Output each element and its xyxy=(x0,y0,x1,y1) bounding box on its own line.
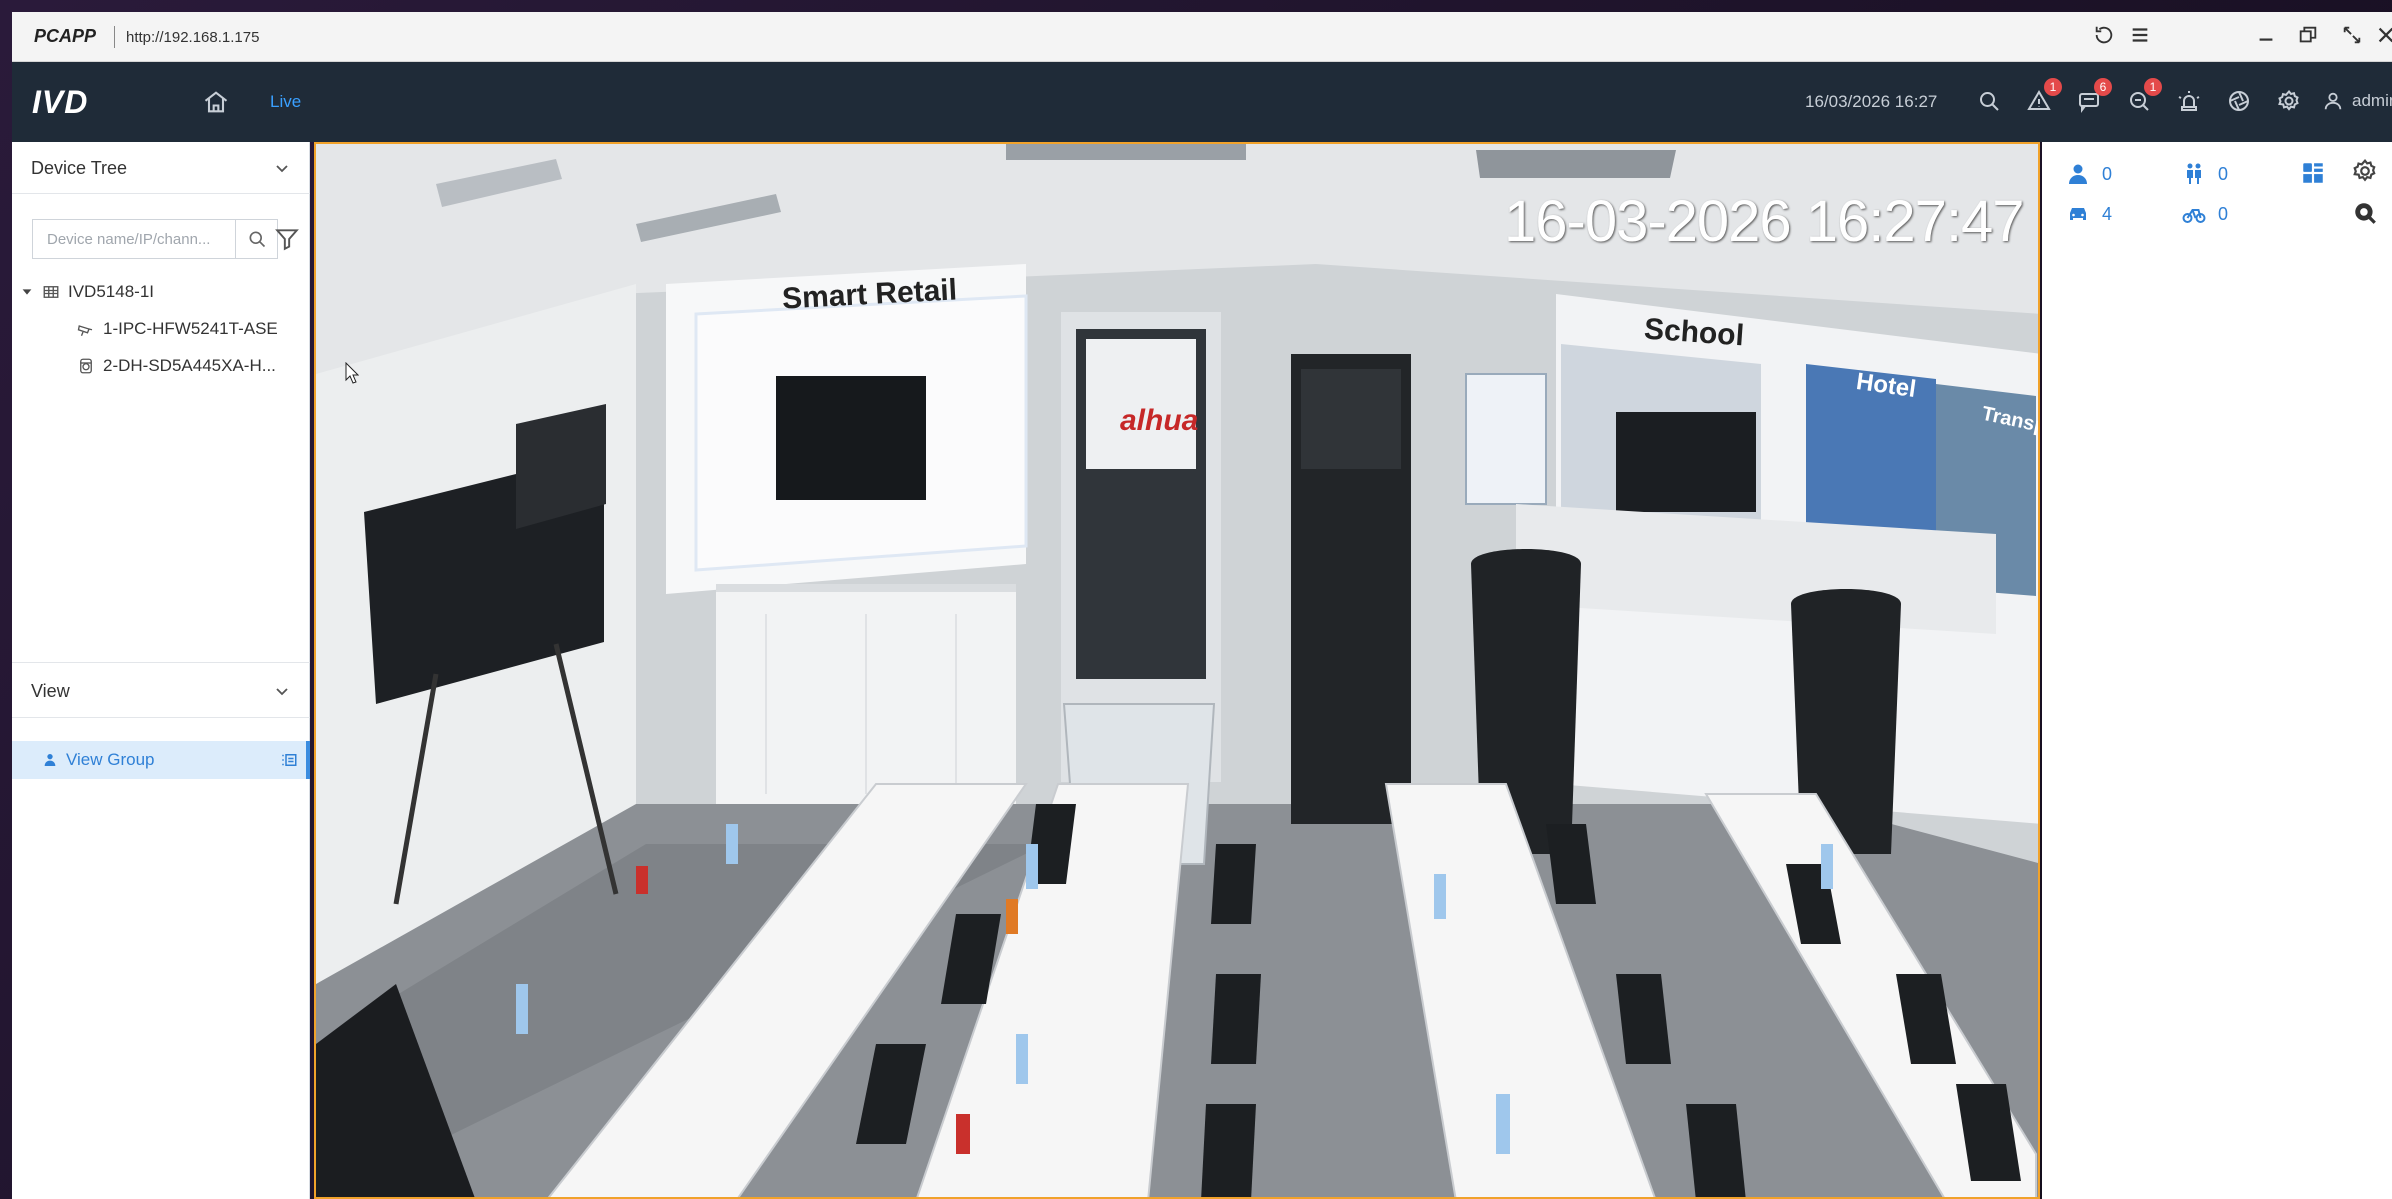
layout-grid-icon[interactable] xyxy=(2300,160,2326,186)
person-group-icon xyxy=(44,754,56,766)
people-flow-value: 0 xyxy=(2218,163,2229,184)
address-bar[interactable]: http://192.168.1.175 xyxy=(126,29,259,46)
restore-icon[interactable] xyxy=(2294,24,2322,52)
view-group-label-wrap: View Group xyxy=(42,750,155,770)
tree-node-label: IVD5148-1I xyxy=(68,282,154,301)
ptz-camera-icon xyxy=(80,358,92,374)
menu-icon[interactable] xyxy=(2126,24,2154,52)
dahua-logo: alhua xyxy=(1120,404,1199,437)
non-motor-count-value: 0 xyxy=(2218,203,2229,224)
bullet-camera-icon xyxy=(77,325,93,337)
car-icon xyxy=(2070,208,2086,220)
nav-live[interactable]: Live xyxy=(270,92,301,112)
shutter-icon[interactable] xyxy=(2222,84,2256,118)
chevron-down-icon[interactable] xyxy=(274,160,290,176)
user-menu[interactable]: admin xyxy=(2322,84,2392,118)
search-input[interactable] xyxy=(33,220,229,258)
app-window: PCAPP http://192.168.1.175 IVD Live 16/0… xyxy=(0,0,2392,1199)
tree-node-label: 2-DH-SD5A445XA-H... xyxy=(103,356,276,375)
mouse-cursor-icon xyxy=(345,362,359,384)
search-icon xyxy=(249,231,265,248)
view-group-label: View Group xyxy=(66,750,155,769)
bicycle-icon xyxy=(2182,209,2206,223)
non-motor-count: 0 xyxy=(2182,202,2228,226)
event-icon[interactable]: 1 xyxy=(2122,78,2162,118)
app-header: IVD Live 16/03/2026 16:27 1 6 1 admi xyxy=(12,62,2392,142)
search-target-icon[interactable] xyxy=(2352,200,2378,226)
sign-school: School xyxy=(1643,312,1746,353)
search-button[interactable] xyxy=(235,220,277,258)
minimize-icon[interactable] xyxy=(2252,24,2280,52)
view-group-item[interactable]: View Group xyxy=(12,741,310,779)
fullscreen-icon[interactable] xyxy=(2338,24,2366,52)
person-count: 0 xyxy=(2066,162,2112,186)
view-list-icon[interactable] xyxy=(280,751,298,769)
right-panel: 0 0 4 0 xyxy=(2042,142,2392,1199)
divider xyxy=(114,26,115,48)
tree-node-label: 1-IPC-HFW5241T-ASE xyxy=(103,319,278,338)
home-icon[interactable] xyxy=(202,88,230,116)
video-timestamp: 16-03-2026 16:27:47 xyxy=(1504,189,2025,254)
settings-icon[interactable] xyxy=(2272,84,2306,118)
app-logo: IVD xyxy=(32,84,89,120)
refresh-icon[interactable] xyxy=(2090,24,2118,52)
siren-icon[interactable] xyxy=(2172,84,2206,118)
message-badge: 6 xyxy=(2094,78,2112,96)
left-panel: Device Tree IVD5148-1I 1-IPC-HFW5241T-AS… xyxy=(12,142,310,1199)
people-flow-count: 0 xyxy=(2182,162,2228,186)
view-header[interactable]: View xyxy=(12,662,310,718)
settings-icon[interactable] xyxy=(2352,158,2378,184)
tree-node-camera-2[interactable]: 2-DH-SD5A445XA-H... xyxy=(77,351,276,381)
message-icon[interactable]: 6 xyxy=(2072,78,2112,118)
caret-down-icon xyxy=(22,289,32,295)
browser-brand: PCAPP xyxy=(34,26,97,46)
vehicle-count-value: 4 xyxy=(2102,203,2113,224)
alarm-icon[interactable]: 1 xyxy=(2022,78,2062,118)
username: admin xyxy=(2352,91,2392,110)
person-count-value: 0 xyxy=(2102,163,2113,184)
browser-bar: PCAPP http://192.168.1.175 xyxy=(12,12,2392,62)
tree-node-root[interactable]: IVD5148-1I xyxy=(20,277,154,307)
camera-feed-image xyxy=(316,144,2038,1197)
tree-node-camera-1[interactable]: 1-IPC-HFW5241T-ASE xyxy=(77,314,278,344)
nvr-icon xyxy=(43,286,59,298)
header-datetime: 16/03/2026 16:27 xyxy=(1805,92,1938,111)
view-title: View xyxy=(31,681,70,701)
chevron-down-icon[interactable] xyxy=(274,683,290,699)
filter-icon[interactable] xyxy=(274,226,300,252)
event-badge: 1 xyxy=(2144,78,2162,96)
device-tree-title: Device Tree xyxy=(31,158,128,178)
search-icon[interactable] xyxy=(1972,84,2006,118)
people-flow-icon xyxy=(2187,163,2201,184)
live-video-window[interactable]: 16-03-2026 16:27:47 Smart Retail School … xyxy=(314,142,2040,1199)
alarm-badge: 1 xyxy=(2044,78,2062,96)
close-icon[interactable] xyxy=(2372,24,2392,52)
device-tree-header[interactable]: Device Tree xyxy=(12,142,310,194)
vehicle-count: 4 xyxy=(2066,202,2112,226)
person-icon xyxy=(2069,164,2087,184)
user-icon xyxy=(2324,92,2342,110)
device-search xyxy=(32,219,278,259)
